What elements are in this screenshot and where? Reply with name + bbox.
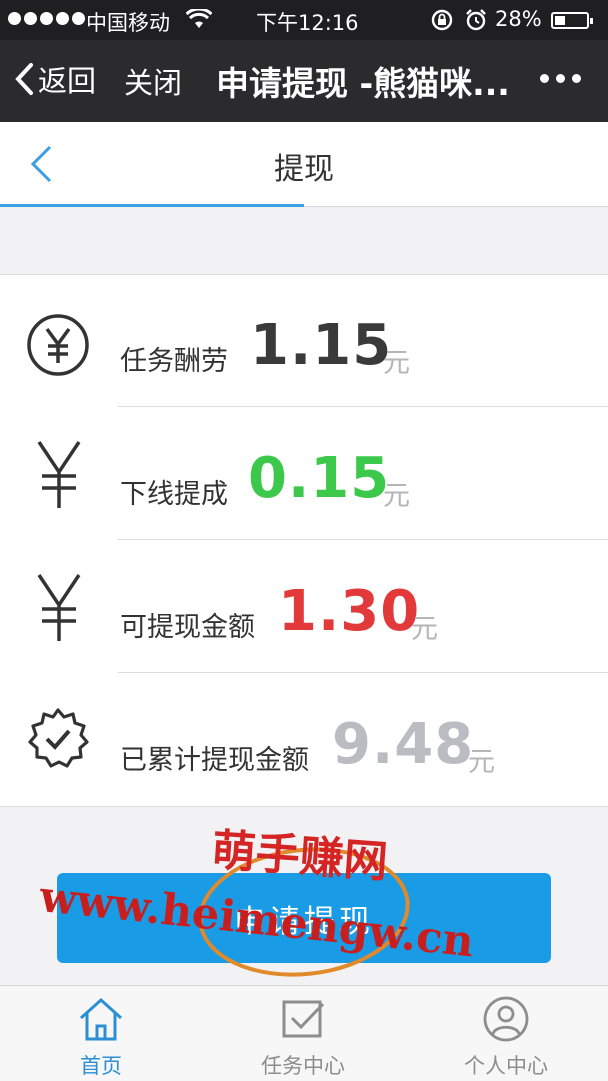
wifi-icon: [185, 7, 213, 34]
row-value: 9.48: [332, 712, 475, 777]
tab-home[interactable]: 首页: [31, 996, 171, 1080]
more-dot-icon: [572, 74, 581, 83]
divider: [118, 539, 608, 540]
divider: [118, 406, 608, 407]
row-label: 下线提成: [120, 479, 228, 510]
back-button[interactable]: 返回: [14, 58, 96, 100]
badge-check-icon: [26, 706, 90, 774]
watermark-title: 萌手赚网: [210, 824, 390, 889]
home-icon: [79, 997, 123, 1041]
divider: [118, 672, 608, 673]
carrier-name: 中国移动: [86, 11, 170, 35]
battery-icon: [551, 12, 593, 29]
list-item-total-withdrawn: 已累计提现金额 9.48 元: [0, 674, 608, 806]
tab-label: 任务中心: [261, 1054, 345, 1078]
row-unit: 元: [383, 481, 410, 512]
task-check-icon: [282, 1000, 325, 1038]
tab-label: 首页: [80, 1054, 122, 1078]
yen-icon: [34, 438, 84, 514]
more-dot-icon: [556, 74, 565, 83]
row-value: 0.15: [248, 446, 391, 511]
status-bar: 中国移动 下午12:16 28%: [0, 0, 608, 40]
user-icon: [483, 996, 529, 1042]
more-dot-icon: [540, 74, 549, 83]
amounts-list: 任务酬劳 1.15 元 下线提成 0.15 元 可提现金额 1.30 元 已累计…: [0, 274, 608, 807]
back-label: 返回: [38, 64, 97, 98]
battery-percent: 28%: [495, 7, 542, 31]
more-menu-button[interactable]: [540, 74, 581, 83]
chevron-left-icon: [15, 63, 33, 95]
rotation-lock-icon: [430, 8, 454, 37]
tab-label: 个人中心: [464, 1054, 548, 1078]
header-underline: [0, 204, 304, 207]
row-unit: 元: [468, 747, 495, 778]
row-value: 1.30: [278, 579, 421, 644]
close-button[interactable]: 关闭: [124, 60, 182, 102]
tab-task-center[interactable]: 任务中心: [233, 996, 373, 1080]
page-title: 提现: [274, 152, 334, 187]
webview-nav-bar: 返回 关闭 申请提现 -熊猫咪...: [0, 40, 608, 122]
row-label: 任务酬劳: [120, 346, 228, 377]
nav-title: 申请提现 -熊猫咪...: [216, 64, 510, 103]
row-unit: 元: [411, 614, 438, 645]
yen-circle-icon: [26, 313, 90, 381]
row-label: 可提现金额: [120, 612, 255, 643]
yen-icon: [34, 571, 84, 647]
row-value: 1.15: [250, 313, 393, 378]
row-label: 已累计提现金额: [120, 745, 309, 776]
row-unit: 元: [383, 348, 410, 379]
list-item-withdrawable-amount: 可提现金额 1.30 元: [0, 541, 608, 673]
clock-time: 下午12:16: [256, 11, 359, 35]
list-item-downline-commission: 下线提成 0.15 元: [0, 408, 608, 540]
signal-strength-icon: [8, 12, 85, 25]
tab-personal-center[interactable]: 个人中心: [436, 996, 576, 1080]
alarm-icon: [464, 8, 488, 37]
list-item-task-reward: 任务酬劳 1.15 元: [0, 275, 608, 407]
page-header: 提现: [0, 122, 608, 207]
bottom-tab-bar: 首页 任务中心 个人中心: [0, 985, 608, 1081]
